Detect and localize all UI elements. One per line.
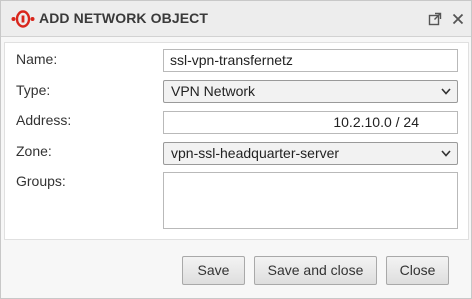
chevron-down-icon (441, 150, 451, 157)
zone-select-value: vpn-ssl-headquarter-server (171, 145, 340, 161)
close-icon[interactable] (451, 12, 465, 26)
type-select[interactable]: VPN Network (163, 80, 458, 103)
address-label: Address: (16, 112, 72, 128)
address-input[interactable]: 10.2.10.0 / 24 (163, 111, 458, 134)
name-input[interactable]: ssl-vpn-transfernetz (163, 49, 458, 72)
popout-icon[interactable] (428, 12, 442, 26)
type-label: Type: (16, 82, 51, 98)
zone-label: Zone: (16, 143, 52, 159)
save-button[interactable]: Save (182, 256, 245, 285)
name-label: Name: (16, 51, 58, 67)
logo-icon (11, 10, 35, 28)
zone-select[interactable]: vpn-ssl-headquarter-server (163, 142, 458, 165)
type-select-value: VPN Network (171, 83, 256, 99)
groups-field[interactable] (163, 172, 458, 229)
close-button[interactable]: Close (386, 256, 449, 285)
chevron-down-icon (441, 88, 451, 95)
address-input-value: 10.2.10.0 / 24 (333, 114, 419, 130)
dialog-titlebar[interactable]: ADD NETWORK OBJECT (1, 1, 471, 37)
dialog-title: ADD NETWORK OBJECT (39, 10, 209, 26)
name-input-value: ssl-vpn-transfernetz (170, 52, 293, 68)
groups-label: Groups: (16, 173, 66, 189)
save-and-close-button[interactable]: Save and close (254, 256, 377, 285)
add-network-object-dialog: ADD NETWORK OBJECT Name: ssl-vpn-transfe… (0, 0, 472, 299)
